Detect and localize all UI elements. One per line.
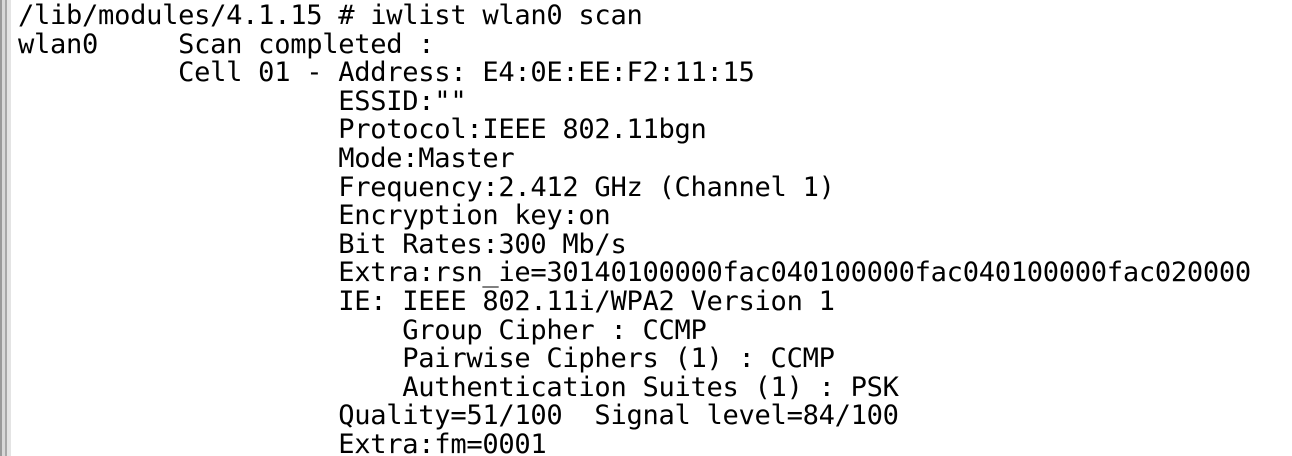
terminal-window: /lib/modules/4.1.15 # iwlist wlan0 scan … — [0, 0, 1292, 456]
terminal-line-essid: ESSID:"" — [18, 85, 467, 117]
terminal-line-bit-rates: Bit Rates:300 Mb/s — [18, 228, 627, 260]
terminal-line-group-cipher: Group Cipher : CCMP — [18, 314, 707, 346]
terminal-line-encryption: Encryption key:on — [18, 200, 611, 232]
terminal-line-extra-fm: Extra:fm=0001 — [18, 428, 547, 456]
terminal-line-cell-address: Cell 01 - Address: E4:0E:EE:F2:11:15 — [18, 57, 755, 89]
window-left-border — [0, 0, 14, 456]
terminal-line-interface: wlan0 Scan completed : — [18, 28, 435, 60]
terminal-line-extra-rsn: Extra:rsn_ie=30140100000fac040100000fac0… — [18, 257, 1251, 289]
terminal-line-auth-suites: Authentication Suites (1) : PSK — [18, 371, 899, 403]
terminal-line-ie: IE: IEEE 802.11i/WPA2 Version 1 — [18, 285, 835, 317]
terminal-line-pairwise-ciphers: Pairwise Ciphers (1) : CCMP — [18, 343, 835, 375]
terminal-line-quality: Quality=51/100 Signal level=84/100 — [18, 400, 899, 432]
terminal-line-frequency: Frequency:2.412 GHz (Channel 1) — [18, 171, 835, 203]
terminal-line-protocol: Protocol:IEEE 802.11bgn — [18, 114, 707, 146]
terminal-output[interactable]: /lib/modules/4.1.15 # iwlist wlan0 scan … — [18, 2, 1292, 456]
terminal-line-command: /lib/modules/4.1.15 # iwlist wlan0 scan — [18, 2, 643, 31]
terminal-line-mode: Mode:Master — [18, 142, 515, 174]
